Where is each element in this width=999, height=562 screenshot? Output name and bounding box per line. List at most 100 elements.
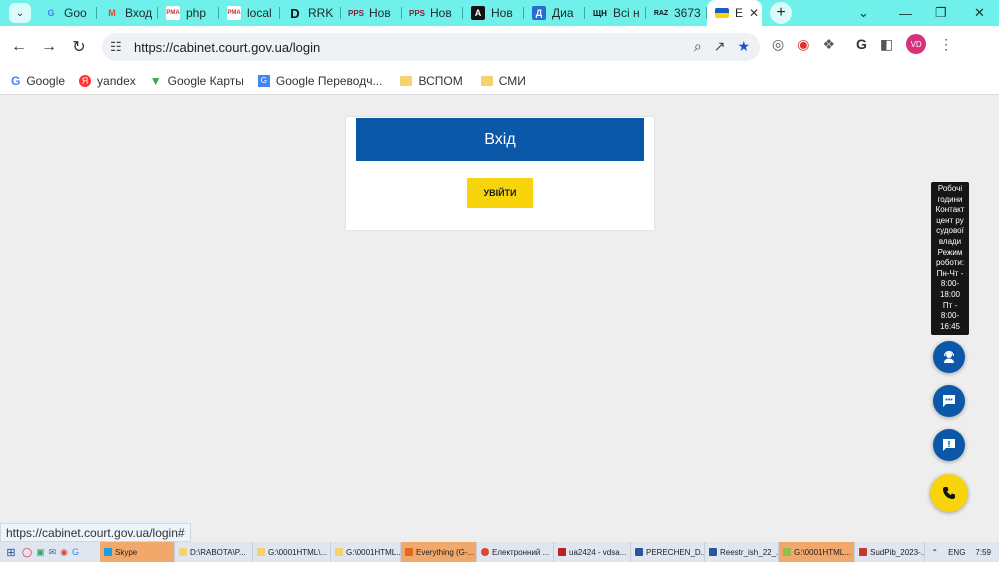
notepad-icon xyxy=(783,548,791,556)
zoom-icon[interactable]: ⌕ xyxy=(694,38,702,55)
browser-tab-active[interactable]: E ✕ xyxy=(707,0,762,26)
restore-button[interactable]: ❐ xyxy=(935,0,947,26)
browser-tab[interactable]: A Нов xyxy=(463,0,524,26)
clock[interactable]: 7:59 xyxy=(975,548,991,557)
browser-tab[interactable]: G Goo xyxy=(36,0,97,26)
app-icon xyxy=(859,548,867,556)
chat-bubble-icon xyxy=(943,395,955,407)
bookmarks-bar: G Google Яyandex ▼ Google Карты G Google Пе… xyxy=(0,68,999,95)
browser-tab[interactable]: D RRK xyxy=(280,0,341,26)
address-bar[interactable]: ☷ https://cabinet.court.gov.ua/login ⌕ ↗… xyxy=(102,33,760,61)
color-extension-icon[interactable]: ◉ xyxy=(797,36,809,53)
chrome-icon xyxy=(481,548,489,556)
filezilla-icon xyxy=(558,548,566,556)
login-header: Вхід xyxy=(356,118,644,161)
opera-icon[interactable]: ◯ xyxy=(22,547,32,558)
new-tab-button[interactable]: + xyxy=(770,2,792,24)
d-square-icon: Д xyxy=(532,6,546,20)
taskbar-item[interactable]: Електронний ... xyxy=(477,542,554,562)
browser-tab[interactable]: PMA local xyxy=(219,0,280,26)
share-icon[interactable]: ↗ xyxy=(714,38,726,55)
google-icon: G xyxy=(47,8,55,18)
quick-launch: ◯ ▣ ✉ ◉ G xyxy=(22,547,100,558)
taskbar-item[interactable]: G:\0001HTML... xyxy=(331,542,401,562)
more-menu-icon[interactable]: ⋮ xyxy=(939,36,953,53)
google-account-icon[interactable]: G xyxy=(856,36,867,52)
bookmark-google-translate[interactable]: G Google Переводч... xyxy=(257,74,382,88)
globe-icon[interactable]: ◎ xyxy=(772,36,784,53)
taskbar-item[interactable]: SudPib_2023-... xyxy=(855,542,925,562)
browser-tab[interactable]: PPS Нов xyxy=(402,0,463,26)
language-indicator[interactable]: ENG xyxy=(948,548,965,557)
windows-start-icon[interactable]: ⊞ xyxy=(0,546,22,559)
support-agent-button[interactable] xyxy=(933,341,965,373)
taskbar-item[interactable]: PERECHEN_D... xyxy=(631,542,705,562)
shch-icon: ЩН xyxy=(593,8,607,18)
forward-button[interactable]: → xyxy=(34,38,64,56)
side-panel-icon[interactable]: ◧ xyxy=(880,36,893,53)
google-icon[interactable]: G xyxy=(72,547,79,558)
url-text[interactable]: https://cabinet.court.gov.ua/login xyxy=(134,40,320,55)
browser-tab[interactable]: Д Диа xyxy=(524,0,585,26)
site-info-icon[interactable]: ☷ xyxy=(110,39,128,55)
minimize-button[interactable]: — xyxy=(899,0,912,26)
google-icon: G xyxy=(11,74,21,88)
taskbar-item[interactable]: Reestr_ish_22_... xyxy=(705,542,779,562)
page-content: Вхід УВІЙТИ Робочі години Контакт цент р… xyxy=(0,96,999,542)
chevron-up-icon[interactable]: ⌃ xyxy=(931,548,938,557)
chevron-down-icon: ⌄ xyxy=(15,7,25,19)
login-card: Вхід УВІЙТИ xyxy=(346,117,654,230)
taskbar-item[interactable]: ua2424 - vdsa... xyxy=(554,542,631,562)
browser-tab[interactable]: ЩН Всі н xyxy=(585,0,646,26)
bookmark-google[interactable]: G Google xyxy=(11,74,65,88)
bookmark-folder-smi[interactable]: СМИ xyxy=(480,74,526,88)
yandex-icon: Я xyxy=(79,75,92,87)
a-logo-icon: A xyxy=(471,6,485,20)
tab-strip: ⌄ G Goo M Вход PMA php PMA local D RRK PPS Нов… xyxy=(0,0,999,26)
mail-icon[interactable]: ✉ xyxy=(49,547,57,558)
windows-taskbar: ⊞ ◯ ▣ ✉ ◉ G Skype D:\RABOTA\P... G:\0001… xyxy=(0,542,999,562)
feedback-button[interactable] xyxy=(933,429,965,461)
folder-icon xyxy=(400,76,413,86)
taskbar-item[interactable]: G:\0001HTML... xyxy=(779,542,855,562)
search-icon xyxy=(405,548,413,556)
plus-icon: + xyxy=(776,4,786,21)
taskbar-item-everything[interactable]: Everything (G-... xyxy=(401,542,477,562)
taskbar-item-skype[interactable]: Skype xyxy=(100,542,175,562)
avatar[interactable]: VD xyxy=(906,34,927,54)
skype-icon xyxy=(104,548,112,556)
browser-tab[interactable]: M Вход xyxy=(97,0,158,26)
browser-tab[interactable]: RAZ 3673 xyxy=(646,0,707,26)
close-icon[interactable]: ✕ xyxy=(749,6,759,20)
pma-icon: PMA xyxy=(166,6,180,20)
taskbar-item[interactable]: D:\RABOTA\P... xyxy=(175,542,253,562)
word-icon xyxy=(635,548,643,556)
bookmark-yandex[interactable]: Яyandex xyxy=(79,74,136,88)
reload-button[interactable]: ↻ xyxy=(64,37,94,57)
bookmark-folder-vspom[interactable]: ВСПОМ xyxy=(400,74,463,88)
feedback-icon xyxy=(943,439,955,451)
raz-icon: RAZ xyxy=(653,9,669,17)
call-button[interactable] xyxy=(930,474,968,512)
working-hours-tooltip: Робочі години Контакт цент ру судової вл… xyxy=(931,182,969,335)
browser-tab[interactable]: PMA php xyxy=(158,0,219,26)
link-status-bubble: https://cabinet.court.gov.ua/login# xyxy=(0,523,191,542)
chat-button[interactable] xyxy=(933,385,965,417)
gmail-icon: M xyxy=(108,8,116,18)
back-button[interactable]: ← xyxy=(4,38,34,56)
extensions-puzzle-icon[interactable]: ❖ xyxy=(822,36,835,53)
window-close-button[interactable]: ✕ xyxy=(974,0,985,26)
taskbar-item[interactable]: G:\0001HTML\... xyxy=(253,542,331,562)
explorer-icon[interactable]: ▣ xyxy=(36,547,45,558)
translate-icon: G xyxy=(257,75,270,87)
tab-search-button[interactable]: ⌄ xyxy=(9,3,31,23)
maps-pin-icon: ▼ xyxy=(149,74,162,88)
chrome-icon[interactable]: ◉ xyxy=(60,547,68,558)
bookmark-google-maps[interactable]: ▼ Google Карты xyxy=(150,74,244,88)
pps-icon: PPS xyxy=(348,8,365,18)
login-button[interactable]: УВІЙТИ xyxy=(467,178,533,208)
chevron-down-icon[interactable]: ⌄ xyxy=(858,0,869,26)
phone-icon xyxy=(943,487,955,499)
bookmark-star-icon[interactable]: ★ xyxy=(737,38,750,55)
browser-tab[interactable]: PPS Нов xyxy=(341,0,402,26)
